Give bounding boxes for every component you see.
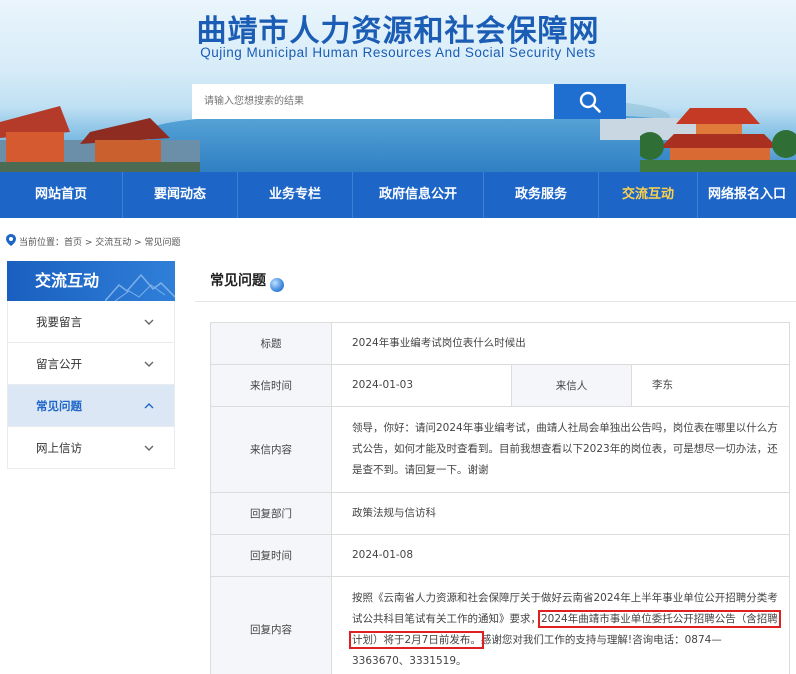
table-row: 来信时间 2024-01-03 来信人 李东 bbox=[210, 364, 790, 407]
value-reply-date: 2024-01-08 bbox=[331, 534, 790, 577]
table-row: 回复时间 2024-01-08 bbox=[210, 534, 790, 577]
label-sender: 来信人 bbox=[511, 364, 632, 407]
nav-item-interaction[interactable]: 交流互动 bbox=[599, 172, 697, 218]
sidebar-item-public-messages[interactable]: 留言公开 bbox=[7, 343, 175, 385]
mountain-decoration-icon bbox=[105, 273, 175, 301]
label-reply: 回复内容 bbox=[210, 576, 332, 674]
search-input[interactable] bbox=[192, 84, 554, 119]
value-reply: 按照《云南省人力资源和社会保障厅关于做好云南省2024年上半年事业单位公开招聘分… bbox=[331, 576, 790, 674]
site-subtitle: Qujing Municipal Human Resources And Soc… bbox=[200, 45, 596, 60]
table-row: 回复部门 政策法规与信访科 bbox=[210, 492, 790, 535]
temple-illustration bbox=[640, 108, 796, 172]
nav-item-services[interactable]: 政务服务 bbox=[484, 172, 598, 218]
sidebar-item-label: 常见问题 bbox=[36, 399, 82, 413]
label-dept: 回复部门 bbox=[210, 492, 332, 535]
sidebar-item-leave-message[interactable]: 我要留言 bbox=[7, 301, 175, 343]
breadcrumb-prefix: 当前位置： bbox=[19, 238, 65, 248]
site-title: 曲靖市人力资源和社会保障网 bbox=[196, 14, 600, 49]
sidebar-title-text: 交流互动 bbox=[35, 271, 100, 290]
nav-item-gov-info[interactable]: 政府信息公开 bbox=[353, 172, 483, 218]
value-date: 2024-01-03 bbox=[331, 364, 512, 407]
table-row: 来信内容 领导，你好：请问2024年事业编考试，曲靖人社局会单独出公告吗，岗位表… bbox=[210, 406, 790, 493]
pagoda-illustration bbox=[0, 106, 200, 172]
sidebar-item-online-petition[interactable]: 网上信访 bbox=[7, 427, 175, 469]
table-row: 标题 2024年事业编考试岗位表什么时候出 bbox=[210, 322, 790, 365]
nav-item-registration[interactable]: 网络报名入口 bbox=[698, 172, 796, 218]
chevron-down-icon bbox=[144, 427, 154, 487]
header-banner: 曲靖市人力资源和社会保障网 Qujing Municipal Human Res… bbox=[0, 0, 796, 172]
table-row: 回复内容 按照《云南省人力资源和社会保障厅关于做好云南省2024年上半年事业单位… bbox=[210, 576, 790, 674]
value-dept: 政策法规与信访科 bbox=[331, 492, 790, 535]
breadcrumb: 当前位置：首页 > 交流互动 > 常见问题 bbox=[6, 234, 181, 248]
nav-item-news[interactable]: 要闻动态 bbox=[123, 172, 237, 218]
title-divider bbox=[195, 301, 796, 302]
label-reply-date: 回复时间 bbox=[210, 534, 332, 577]
value-sender: 李东 bbox=[631, 364, 790, 407]
sidebar-item-label: 网上信访 bbox=[36, 441, 82, 455]
label-content: 来信内容 bbox=[210, 406, 332, 493]
sidebar-title: 交流互动 bbox=[7, 261, 175, 301]
faq-detail-table: 标题 2024年事业编考试岗位表什么时候出 来信时间 2024-01-03 来信… bbox=[210, 322, 790, 674]
label-date: 来信时间 bbox=[210, 364, 332, 407]
page-title: 常见问题 bbox=[210, 273, 266, 289]
sidebar: 交流互动 我要留言 留言公开 常见问题 网上信访 bbox=[7, 261, 175, 469]
value-title: 2024年事业编考试岗位表什么时候出 bbox=[331, 322, 790, 365]
search-icon bbox=[579, 91, 601, 113]
sidebar-item-faq[interactable]: 常见问题 bbox=[7, 385, 175, 427]
main-nav: 网站首页 要闻动态 业务专栏 政府信息公开 政务服务 交流互动 网络报名入口 bbox=[0, 172, 796, 218]
nav-item-business[interactable]: 业务专栏 bbox=[238, 172, 352, 218]
sidebar-item-label: 留言公开 bbox=[36, 357, 82, 371]
search-button[interactable] bbox=[554, 84, 626, 119]
sidebar-item-label: 我要留言 bbox=[36, 315, 82, 329]
value-content: 领导，你好：请问2024年事业编考试，曲靖人社局会单独出公告吗，岗位表在哪里以什… bbox=[331, 406, 790, 493]
label-title: 标题 bbox=[210, 322, 332, 365]
location-pin-icon bbox=[6, 234, 16, 251]
breadcrumb-path[interactable]: 首页 > 交流互动 > 常见问题 bbox=[64, 238, 181, 248]
search-bar bbox=[192, 84, 626, 119]
nav-item-home[interactable]: 网站首页 bbox=[0, 172, 122, 218]
title-dot-icon bbox=[270, 278, 284, 292]
